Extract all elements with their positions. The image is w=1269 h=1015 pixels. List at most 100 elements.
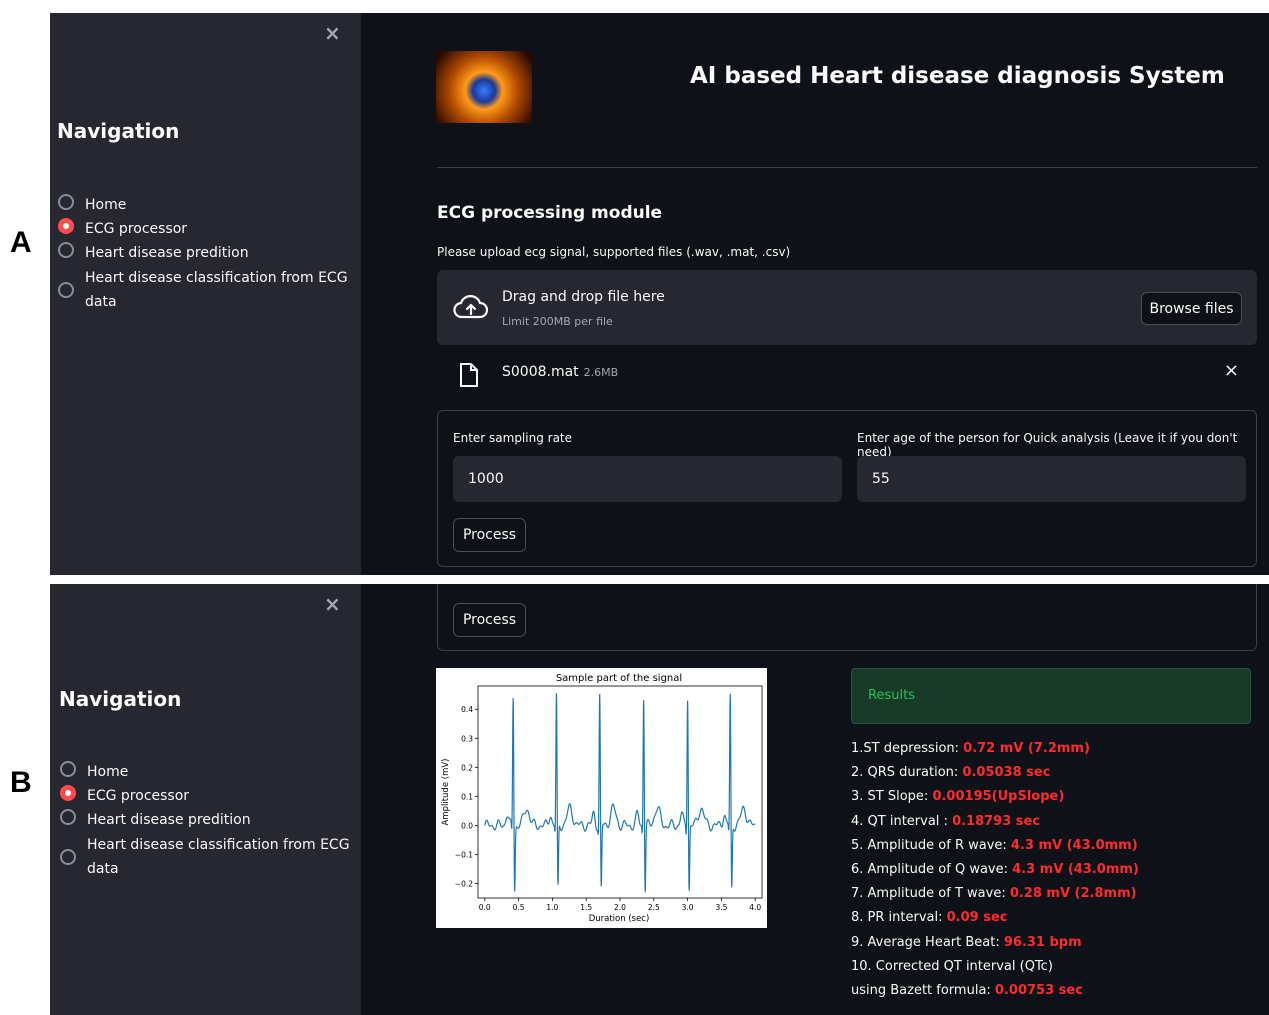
x-tick-label: 1.5 [580,903,592,912]
remove-file-icon[interactable]: × [1224,360,1239,381]
section-title: ECG processing module [437,203,663,223]
browse-files-button[interactable]: Browse files [1141,292,1242,325]
radio-icon [58,194,74,210]
input-form: Enter sampling rate 1000 Enter age of th… [437,410,1257,567]
x-tick-label: 1.0 [546,903,558,912]
x-tick-label: 2.0 [614,903,626,912]
y-axis-label: Amplitude (mV) [441,759,451,826]
nav-item-heart-disease-predition[interactable]: Heart disease predition [58,241,348,265]
input-form: Process [437,584,1257,651]
file-name: S0008.mat 2.6MB [502,364,619,380]
x-tick-label: 0.0 [479,903,491,912]
result-qt-interval: 4. QT interval : 0.18793 sec [851,813,1041,829]
result-average-heart-beat: 9. Average Heart Beat: 96.31 bpm [851,934,1082,950]
nav-title: Navigation [57,119,180,143]
x-axis-label: Duration (sec) [589,914,650,924]
page-title: AI based Heart disease diagnosis System [690,63,1225,89]
result-qtc-bazett: using Bazett formula: 0.00753 sec [851,982,1083,998]
close-sidebar-icon[interactable]: × [324,21,341,45]
screenshot-a: × Navigation Home ECG processor Heart di… [50,13,1269,575]
nav-item-heart-disease-classification[interactable]: Heart disease classification from ECG dat… [58,265,348,315]
age-input[interactable]: 55 [857,456,1246,502]
x-tick-label: 4.0 [749,903,761,912]
x-tick-label: 0.5 [513,903,525,912]
chart-title: Sample part of the signal [556,673,682,684]
y-tick-label: 0.4 [461,705,473,714]
nav-item-label: Heart disease predition [87,812,251,828]
x-tick-label: 3.5 [715,903,727,912]
radio-icon [60,809,76,825]
nav-item-label: Home [87,764,129,780]
nav-item-home[interactable]: Home [60,760,350,784]
radio-icon [58,242,74,258]
panel-label-b: B [10,766,32,799]
y-tick-label: −0.2 [455,879,473,888]
file-dropzone[interactable]: Drag and drop file here Limit 200MB per … [437,270,1257,345]
nav-item-heart-disease-classification[interactable]: Heart disease classification from ECG dat… [60,832,350,882]
nav-radio-group: Home ECG processor Heart disease prediti… [60,760,350,882]
ecg-signal-line [484,693,756,893]
result-pr-interval: 8. PR interval: 0.09 sec [851,910,1008,926]
y-tick-label: 0.2 [461,763,473,772]
dropzone-title: Drag and drop file here [502,289,665,305]
result-qrs-duration: 2. QRS duration: 0.05038 sec [851,765,1051,781]
nav-radio-group: Home ECG processor Heart disease prediti… [58,193,348,315]
nav-item-label: ECG processor [87,788,190,804]
plot-frame [477,685,763,899]
x-axis: 0.0 0.5 1.0 1.5 2.0 2.5 3.0 3.5 4.0 [479,898,761,912]
radio-icon [60,761,76,777]
ecg-signal-chart: Sample part of the signal 0.4 0.3 0.2 0.1 0.… [436,668,767,928]
radio-selected-icon [58,218,74,234]
radio-icon [58,282,74,298]
nav-item-ecg-processor[interactable]: ECG processor [58,217,348,241]
upload-label: Please upload ecg signal, supported file… [437,245,791,259]
file-size: 2.6MB [583,366,619,379]
result-qtc-heading: 10. Corrected QT interval (QTc) [851,958,1053,974]
heart-logo-image [436,51,532,123]
x-tick-label: 3.0 [682,903,694,912]
result-st-depression: 1.ST depression: 0.72 mV (7.2mm) [851,741,1090,756]
sidebar: × Navigation Home ECG processor Heart di… [50,584,361,1015]
main-content: Process Sample part of the signal 0.4 0.3… [361,584,1269,1015]
result-t-wave-amplitude: 7. Amplitude of T wave: 0.28 mV (2.8mm) [851,886,1137,902]
y-tick-label: −0.1 [455,850,473,859]
nav-title: Navigation [59,687,182,711]
panel-label-a: A [10,226,32,259]
nav-item-label: Heart disease classification from ECG dat… [87,837,350,877]
results-label: Results [868,688,915,703]
radio-selected-icon [60,785,76,801]
y-tick-label: 0.3 [461,734,473,743]
cloud-upload-icon [453,295,489,319]
process-button[interactable]: Process [453,518,526,552]
y-tick-label: 0.0 [461,821,473,830]
y-axis: 0.4 0.3 0.2 0.1 0.0 −0.1 −0.2 [455,705,478,888]
result-st-slope: 3. ST Slope: 0.00195(UpSlope) [851,789,1065,805]
screenshot-b: × Navigation Home ECG processor Heart di… [50,584,1269,1015]
radio-icon [60,849,76,865]
nav-item-label: ECG processor [85,221,188,237]
nav-item-home[interactable]: Home [58,193,348,217]
nav-item-label: Heart disease predition [85,245,249,261]
file-icon [460,363,478,387]
process-button[interactable]: Process [453,603,526,637]
divider [437,167,1257,168]
nav-item-label: Heart disease classification from ECG dat… [85,270,348,310]
sampling-rate-label: Enter sampling rate [453,431,573,445]
close-sidebar-icon[interactable]: × [324,592,341,616]
uploaded-file-row: S0008.mat 2.6MB × [437,353,1257,393]
result-q-wave-amplitude: 6. Amplitude of Q wave: 4.3 mV (43.0mm) [851,861,1139,877]
result-r-wave-amplitude: 5. Amplitude of R wave: 4.3 mV (43.0mm) [851,837,1138,853]
results-alert: Results [851,668,1251,724]
y-tick-label: 0.1 [461,792,473,801]
dropzone-limit: Limit 200MB per file [502,315,613,328]
age-label: Enter age of the person for Quick analys… [857,431,1238,459]
nav-item-heart-disease-predition[interactable]: Heart disease predition [60,808,350,832]
nav-item-ecg-processor[interactable]: ECG processor [60,784,350,808]
results-list: 1.ST depression: 0.72 mV (7.2mm) 2. QRS … [851,741,1139,1007]
nav-item-label: Home [85,197,127,213]
main-content: AI based Heart disease diagnosis System … [361,13,1269,575]
ecg-chart-svg: Sample part of the signal 0.40.30.20.10.… [441,673,763,924]
sampling-rate-input[interactable]: 1000 [453,456,842,502]
x-tick-label: 2.5 [648,903,660,912]
sidebar: × Navigation Home ECG processor Heart di… [50,13,361,575]
